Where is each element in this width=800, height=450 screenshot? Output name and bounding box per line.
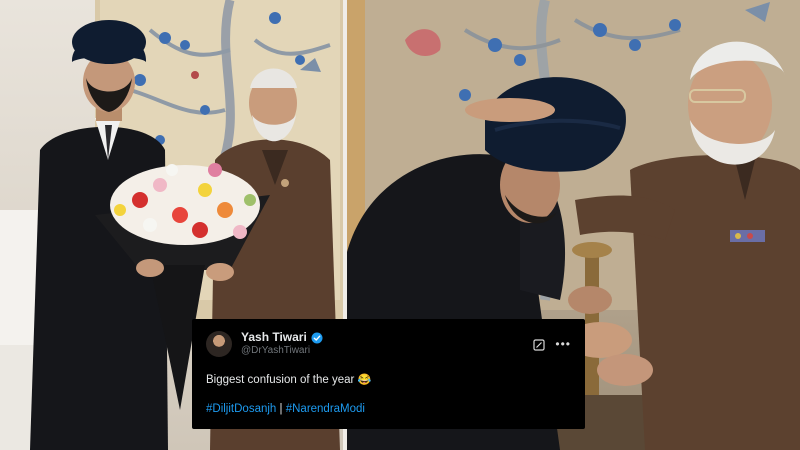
avatar[interactable] <box>206 331 232 357</box>
tweet-card: Yash Tiwari @DrYashTiwari ••• Biggest co… <box>192 319 585 429</box>
hashtag-narendramodi[interactable]: #NarendraModi <box>286 403 365 415</box>
tweet-text: Biggest confusion of the year 😂 <box>206 373 571 386</box>
tweet-author: Yash Tiwari @DrYashTiwari <box>241 331 323 357</box>
verified-badge-icon <box>311 332 323 344</box>
display-name[interactable]: Yash Tiwari <box>241 331 307 344</box>
user-handle[interactable]: @DrYashTiwari <box>241 344 323 357</box>
hashtag-separator: | <box>279 403 283 415</box>
laughing-emoji: 😂 <box>357 374 372 386</box>
tweet-header: Yash Tiwari @DrYashTiwari ••• <box>206 331 571 357</box>
more-icon[interactable]: ••• <box>555 338 571 350</box>
hashtag-diljitdosanjh[interactable]: #DiljitDosanjh <box>206 403 276 415</box>
tweet-body: Biggest confusion of the year <box>206 374 355 386</box>
tweet-actions: ••• <box>533 338 571 351</box>
display-name-row: Yash Tiwari <box>241 331 323 344</box>
grok-icon[interactable] <box>533 338 545 351</box>
tweet-hashtags: #DiljitDosanjh | #NarendraModi <box>206 403 571 415</box>
